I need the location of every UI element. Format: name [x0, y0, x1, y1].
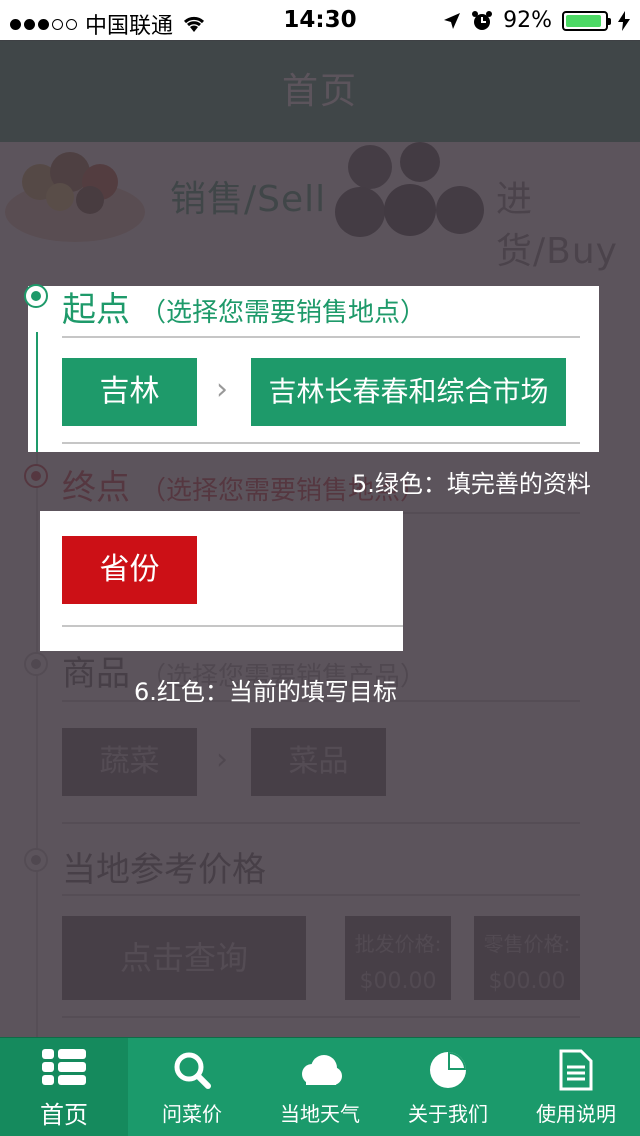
wholesale-price-box: 批发价格: $00.00 [345, 916, 451, 1000]
sell-buy-banner: 销售/Sell 进货/Buy [0, 142, 640, 272]
green-tip-text: 5.绿色：填完善的资料 [352, 470, 591, 498]
wholesale-label: 批发价格: [354, 932, 442, 956]
price-title: 当地参考价格 [62, 850, 266, 890]
buy-label[interactable]: 进货/Buy [496, 170, 640, 274]
tab-weather[interactable]: 当地天气 [256, 1038, 384, 1136]
alarm-clock-icon [472, 10, 493, 30]
destination-spotlight: 省份 [40, 511, 403, 651]
origin-hint: （选择您需要销售地点） [140, 298, 427, 328]
price-section-title: 当地参考价格 [62, 842, 266, 891]
cloud-icon [298, 1048, 342, 1092]
page-title: 首页 [281, 71, 358, 112]
tab-label: 当地天气 [280, 1101, 360, 1126]
retail-value: $00.00 [488, 969, 566, 994]
location-arrow-icon [444, 12, 461, 29]
wholesale-value: $00.00 [359, 969, 437, 994]
app-header: 首页 [0, 40, 640, 142]
origin-step-dot [24, 284, 48, 308]
tab-about[interactable]: 关于我们 [384, 1038, 512, 1136]
divider [62, 1016, 580, 1018]
divider [62, 336, 580, 338]
pie-chart-icon [426, 1048, 470, 1092]
battery-percent: 92% [503, 8, 552, 33]
chevron-right-icon: › [216, 372, 228, 407]
divider [62, 822, 580, 824]
charging-bolt-icon [618, 10, 630, 31]
destination-step-dot [24, 464, 48, 488]
query-price-button[interactable]: 点击查询 [62, 916, 306, 1000]
battery-icon [562, 10, 611, 31]
destination-title: 终点 [62, 468, 130, 508]
origin-market-button[interactable]: 吉林长春春和综合市场 [251, 358, 566, 426]
status-bar: 中国联通 14:30 92% [0, 0, 640, 40]
destination-province-button[interactable]: 省份 [62, 536, 197, 604]
tab-ask-price[interactable]: 问菜价 [128, 1038, 256, 1136]
tab-label: 关于我们 [408, 1101, 488, 1126]
timeline-segment [36, 332, 38, 452]
origin-spotlight: 起点 （选择您需要销售地点） 吉林 › 吉林长春春和综合市场 [24, 284, 599, 452]
origin-province-button[interactable]: 吉林 [62, 358, 197, 426]
product-item-button[interactable]: 菜品 [251, 728, 386, 796]
price-step-dot [24, 848, 48, 872]
status-right: 92% [443, 8, 630, 33]
tab-bar: 首页 问菜价 当地天气 关于我们 使用说明 [0, 1037, 640, 1136]
product-title: 商品 [62, 654, 130, 694]
product-step-dot [24, 652, 48, 676]
retail-price-box: 零售价格: $00.00 [474, 916, 580, 1000]
divider [62, 894, 580, 896]
red-tip-text: 6.红色：当前的填写目标 [134, 678, 397, 706]
tab-instructions[interactable]: 使用说明 [512, 1038, 640, 1136]
seed-bowls-image [335, 142, 484, 237]
retail-label: 零售价格: [483, 932, 571, 956]
beans-in-hands-image [5, 152, 145, 242]
tab-home[interactable]: 首页 [0, 1038, 128, 1136]
divider [62, 442, 580, 444]
divider [62, 625, 403, 627]
chevron-right-icon: › [216, 742, 228, 777]
origin-section-title-highlight: 起点 （选择您需要销售地点） [62, 282, 426, 331]
list-icon [42, 1045, 86, 1089]
document-icon [554, 1048, 598, 1092]
origin-title: 起点 [62, 290, 130, 330]
sell-label[interactable]: 销售/Sell [170, 170, 326, 222]
tab-label: 问菜价 [162, 1101, 222, 1126]
category-button[interactable]: 蔬菜 [62, 728, 197, 796]
tab-label: 首页 [40, 1100, 88, 1129]
tab-label: 使用说明 [536, 1101, 616, 1126]
search-icon [170, 1048, 214, 1092]
